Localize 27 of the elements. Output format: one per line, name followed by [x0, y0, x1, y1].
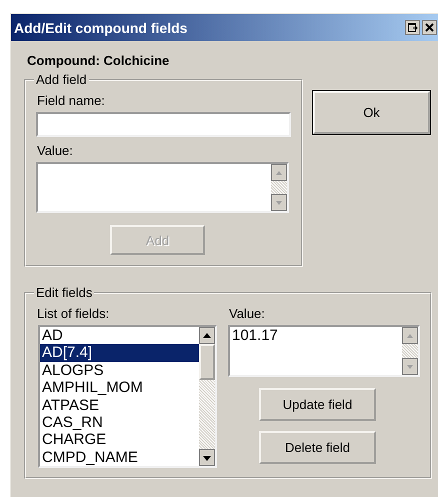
list-item[interactable]: ATPASE — [40, 396, 199, 414]
scroll-down-icon[interactable] — [199, 449, 215, 466]
list-item[interactable]: AD[7.4] — [40, 344, 199, 362]
group-legend: Add field — [34, 72, 89, 87]
list-item[interactable]: CMPD_NAME — [40, 448, 199, 466]
update-field-button[interactable]: Update field — [259, 388, 376, 421]
window-title: Add/Edit compound fields — [14, 20, 188, 36]
list-item[interactable]: AD — [40, 327, 199, 344]
scroll-track — [402, 344, 418, 358]
scroll-track — [271, 181, 287, 194]
restore-icon[interactable] — [405, 20, 420, 35]
scroll-thumb[interactable] — [199, 344, 215, 380]
delete-field-button[interactable]: Delete field — [259, 431, 376, 464]
compound-label: Compound: Colchicine — [27, 53, 170, 69]
ok-button[interactable]: Ok — [313, 91, 430, 134]
close-icon[interactable] — [422, 20, 437, 35]
group-legend: Edit fields — [34, 285, 94, 300]
value-label: Value: — [37, 143, 74, 159]
list-item[interactable]: ALOGPS — [40, 362, 199, 380]
field-name-label: Field name: — [37, 93, 106, 109]
list-item[interactable]: CHARGE — [40, 431, 199, 449]
value-label: Value: — [229, 306, 266, 322]
scroll-up-icon[interactable] — [199, 327, 215, 344]
list-label: List of fields: — [37, 306, 110, 322]
list-item[interactable]: AMPHIL_MOM — [40, 379, 199, 397]
field-name-input[interactable] — [36, 112, 291, 137]
list-item[interactable]: CAS_RN — [40, 414, 199, 432]
